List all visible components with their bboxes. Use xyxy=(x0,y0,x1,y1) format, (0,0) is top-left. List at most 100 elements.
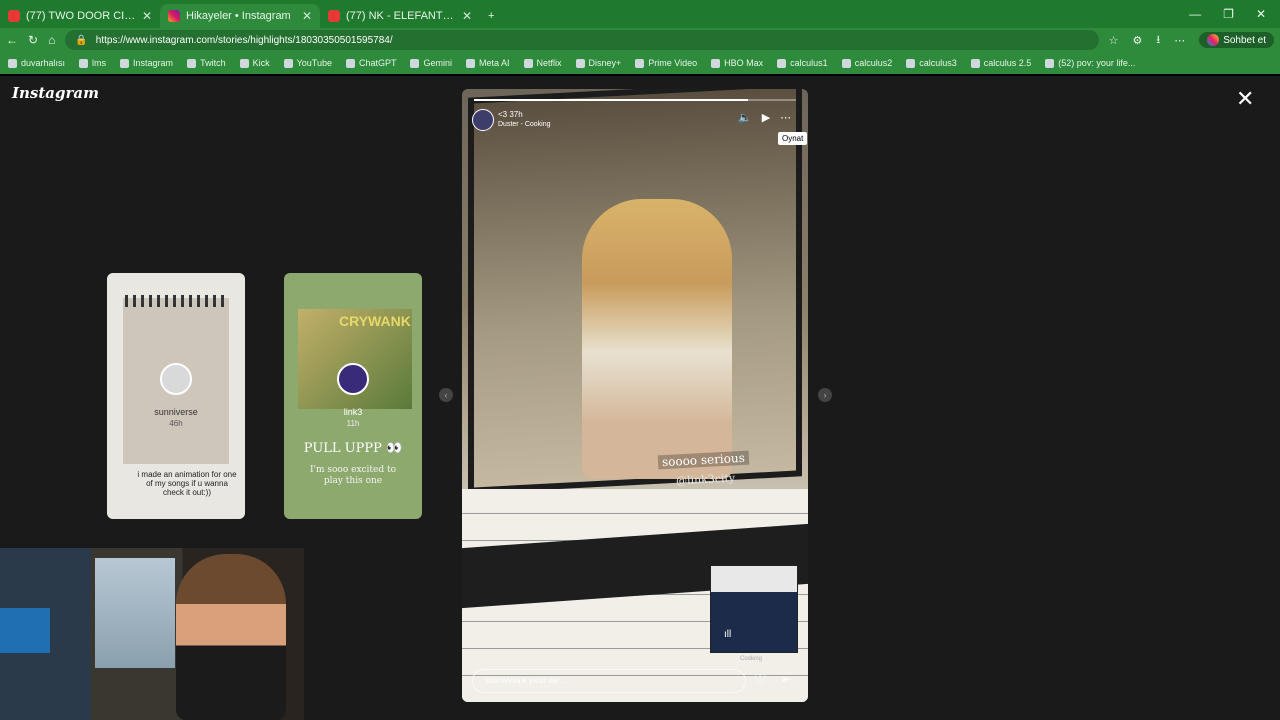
bookmark-item[interactable]: Meta AI xyxy=(466,58,510,68)
story-preview-card[interactable]: CRYWANK link3 11h PULL UPPP 👀 I'm sooo e… xyxy=(284,273,422,519)
bookmark-item[interactable]: HBO Max xyxy=(711,58,763,68)
bookmark-item[interactable]: calculus3 xyxy=(906,58,957,68)
story-progress-bar xyxy=(474,99,796,101)
more-icon[interactable]: ⋯ xyxy=(780,111,791,124)
bookmark-item[interactable]: calculus 2.5 xyxy=(970,58,1031,68)
close-stories-icon[interactable]: ✕ xyxy=(1236,86,1254,112)
bookmark-icon xyxy=(635,58,645,68)
bookmark-item[interactable]: calculus2 xyxy=(841,58,892,68)
bookmark-icon xyxy=(777,58,787,68)
story-avatar[interactable] xyxy=(472,109,494,131)
story-progress-fill xyxy=(474,99,748,101)
bookmark-item[interactable]: Prime Video xyxy=(635,58,697,68)
story-mention[interactable]: @link3city xyxy=(676,471,736,487)
page-viewport: Instagram ✕ sunniverse 46h i made an ani… xyxy=(0,76,1280,720)
volume-icon[interactable]: 🔈 xyxy=(738,111,752,124)
card-caption: i made an animation for one of my songs … xyxy=(137,470,237,497)
bookmark-icon xyxy=(283,58,293,68)
reload-icon[interactable]: ↻ xyxy=(28,33,38,47)
bookmark-item[interactable]: ChatGPT xyxy=(345,58,396,68)
avatar xyxy=(337,363,369,395)
restore-icon[interactable]: ❐ xyxy=(1223,7,1234,21)
card-time: 11h xyxy=(346,419,360,428)
music-sticker-label: Cooking xyxy=(740,656,763,662)
bookmark-icon xyxy=(466,58,475,68)
window-controls: — ❐ ✕ xyxy=(1189,7,1280,21)
bookmark-icon xyxy=(575,58,585,68)
bookmark-item[interactable]: Netflix xyxy=(523,58,562,68)
story-preview-card[interactable]: sunniverse 46h i made an animation for o… xyxy=(107,273,245,519)
home-icon[interactable]: ⌂ xyxy=(48,33,55,47)
lock-icon: 🔒 xyxy=(75,34,88,46)
active-story[interactable]: <3 37h Duster - Cooking 🔈 ▶ ⋯ Oynat sooo… xyxy=(462,89,808,702)
card-subcaption: I'm sooo excited to play this one xyxy=(309,465,397,486)
bookmark-item[interactable]: calculus1 xyxy=(777,58,828,68)
favorite-star-icon[interactable]: ☆ xyxy=(1109,34,1119,47)
bookmark-item[interactable]: Disney+ xyxy=(575,58,621,68)
bookmarks-bar: duvarhalısı lms Instagram Twitch Kick Yo… xyxy=(0,52,1280,74)
heart-icon[interactable]: ♡ xyxy=(754,671,767,688)
instagram-icon xyxy=(168,10,180,22)
copilot-icon xyxy=(1207,34,1220,46)
bookmark-item[interactable]: lms xyxy=(79,58,106,68)
address-bar: ← ↻ ⌂ 🔒 https://www.instagram.com/storie… xyxy=(0,28,1280,52)
send-icon[interactable]: ➢ xyxy=(780,671,791,687)
bookmark-icon xyxy=(523,58,533,68)
poster-title: CRYWANK xyxy=(339,313,411,329)
menu-icon[interactable]: ⋯ xyxy=(1174,34,1185,47)
bookmark-icon xyxy=(239,58,249,68)
bookmark-icon xyxy=(79,58,89,68)
play-icon[interactable]: ▶ xyxy=(762,111,770,124)
new-tab-button[interactable]: + xyxy=(480,4,504,28)
story-controls: 🔈 ▶ ⋯ xyxy=(738,111,791,124)
bookmark-item[interactable]: Kick xyxy=(239,58,270,68)
minimize-icon[interactable]: — xyxy=(1189,7,1201,21)
next-story-arrow[interactable]: › xyxy=(818,388,832,402)
person-photo xyxy=(582,199,732,479)
bookmark-icon xyxy=(345,58,355,68)
story-music[interactable]: Duster - Cooking xyxy=(498,121,551,128)
card-username: link3 xyxy=(343,407,363,417)
back-icon[interactable]: ← xyxy=(6,33,18,47)
bookmark-icon xyxy=(970,58,980,68)
tab-instagram[interactable]: Hikayeler • Instagram ✕ xyxy=(160,4,320,28)
youtube-icon xyxy=(328,10,340,22)
youtube-icon xyxy=(8,10,20,22)
bookmark-item[interactable]: duvarhalısı xyxy=(8,58,65,68)
close-tab-icon[interactable]: ✕ xyxy=(302,9,312,23)
webcam-monitor xyxy=(0,608,50,653)
prev-story-arrow[interactable]: ‹ xyxy=(439,388,453,402)
bookmark-icon xyxy=(187,58,197,68)
avatar xyxy=(160,363,192,395)
url-field[interactable]: 🔒 https://www.instagram.com/stories/high… xyxy=(65,30,1099,50)
bookmark-item[interactable]: Gemini xyxy=(410,58,452,68)
bookmark-icon xyxy=(1045,58,1055,68)
close-window-icon[interactable]: ✕ xyxy=(1256,7,1266,21)
tab-youtube-2[interactable]: (77) NK - ELEFANTE (Official Video✕ xyxy=(320,4,480,28)
tab-strip: (77) TWO DOOR CINEMA CLUB | S✕ Hikayeler… xyxy=(0,0,1280,28)
extensions-icon[interactable]: ⚙ xyxy=(1132,34,1142,47)
music-bars-icon: ıll xyxy=(724,629,732,640)
tab-youtube-1[interactable]: (77) TWO DOOR CINEMA CLUB | S✕ xyxy=(0,4,160,28)
bookmark-item[interactable]: Twitch xyxy=(187,58,226,68)
bookmark-icon xyxy=(841,58,851,68)
reply-input[interactable]: sunnivvva'e yanıt ver... xyxy=(472,669,746,693)
close-tab-icon[interactable]: ✕ xyxy=(462,9,472,23)
copilot-button[interactable]: Sohbet et xyxy=(1199,32,1274,48)
story-username: <3 37h xyxy=(498,110,523,119)
webcam-window xyxy=(95,558,175,668)
webcam-overlay xyxy=(0,548,304,720)
bookmark-item[interactable]: Instagram xyxy=(120,58,173,68)
notepad-rings xyxy=(125,295,227,307)
toolbar-icons: ☆ ⚙ ⭳ ⋯ Sohbet et xyxy=(1109,31,1274,50)
play-tooltip: Oynat xyxy=(778,132,808,145)
card-time: 46h xyxy=(169,419,183,428)
download-icon[interactable]: ⭳ xyxy=(1156,31,1160,50)
bookmark-icon xyxy=(8,58,17,68)
instagram-logo[interactable]: Instagram xyxy=(12,84,99,102)
card-caption: PULL UPPP 👀 xyxy=(303,441,403,456)
close-tab-icon[interactable]: ✕ xyxy=(142,9,152,23)
bookmark-item[interactable]: YouTube xyxy=(283,58,332,68)
bookmark-item[interactable]: (52) pov: your life... xyxy=(1045,58,1135,68)
webcam-person xyxy=(176,554,286,720)
